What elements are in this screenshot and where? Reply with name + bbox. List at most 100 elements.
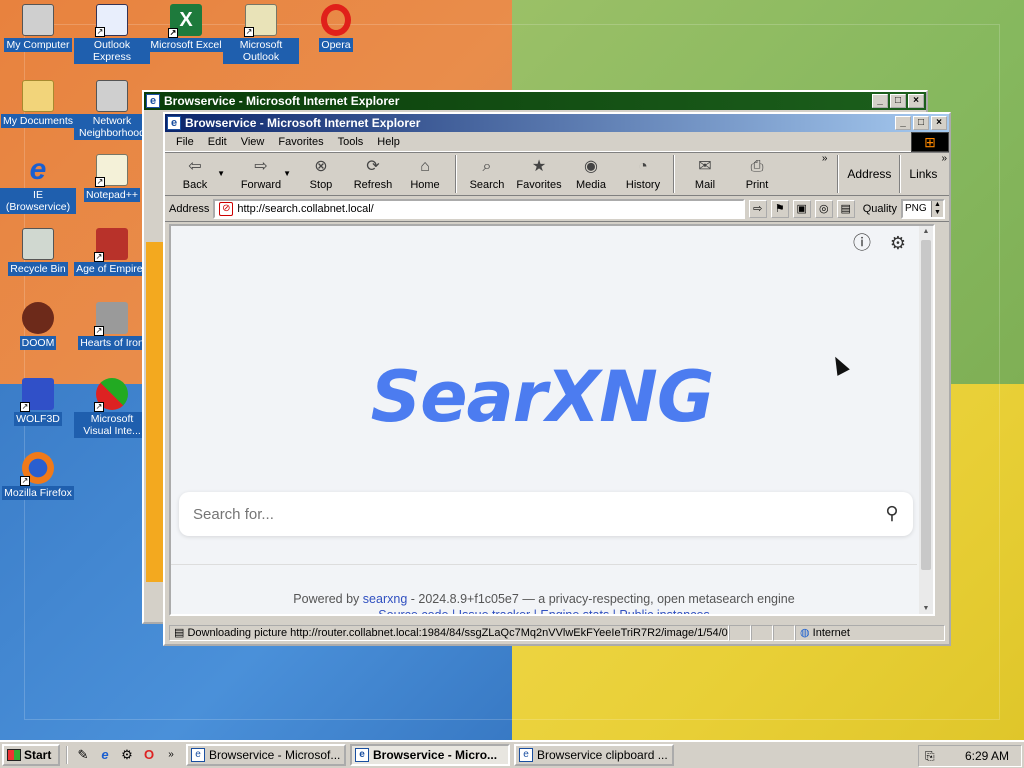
home-icon: ⌂	[420, 158, 430, 175]
quick-launch: ✎ e ⚙ O »	[66, 746, 182, 764]
address-toolbar-label[interactable]: Address	[843, 167, 895, 181]
footer-text: Powered by searxng - 2024.8.9+f1c05e7 — …	[171, 592, 917, 606]
back-window-titlebar[interactable]: e Browservice - Microsoft Internet Explo…	[144, 92, 926, 110]
toolbar-overflow-icon[interactable]: »	[822, 153, 828, 164]
desktop-icon-recycle-bin[interactable]: Recycle Bin	[0, 228, 76, 276]
menu-tools[interactable]: Tools	[331, 136, 371, 148]
maximize-button[interactable]: □	[913, 116, 929, 130]
history-label: History	[625, 179, 661, 191]
clock[interactable]: 6:29 AM	[965, 749, 1009, 763]
search-box[interactable]: ⚲	[179, 492, 913, 536]
dropdown-arrow-icon[interactable]: ▼	[283, 169, 291, 178]
desktop-icon-my-documents[interactable]: My Documents	[0, 80, 76, 128]
windows-logo-icon: ⊞	[911, 131, 949, 152]
page-viewport[interactable]: ⓘ ⚙ SearXNG ⚲ Powered by searxng - 2024.…	[169, 224, 935, 616]
mail-label: Mail	[694, 179, 716, 191]
desktop-icon-excel[interactable]: X ↗ Microsoft Excel	[148, 4, 224, 52]
tray-network-icon[interactable]: ⎘	[925, 749, 935, 764]
task-button-clipboard[interactable]: e Browservice clipboard ...	[514, 744, 674, 766]
clipboard-icon[interactable]: ▤	[836, 199, 855, 218]
desktop-icon-ie-browservice[interactable]: e IE (Browservice)	[0, 154, 76, 214]
opera-quicklaunch-icon[interactable]: O	[140, 746, 158, 764]
browser-window[interactable]: e Browservice - Microsoft Internet Explo…	[163, 112, 951, 646]
task-button-browservice-1[interactable]: e Browservice - Microsof...	[186, 744, 346, 766]
gear-icon[interactable]: ⚙	[887, 232, 909, 254]
page-top-icons: ⓘ ⚙	[851, 232, 909, 254]
home-button[interactable]: ⌂ Home	[399, 157, 451, 191]
task-label: Browservice clipboard ...	[537, 748, 668, 762]
desktop-icon-visual-interdev[interactable]: ↗ Microsoft Visual Inte...	[74, 378, 150, 438]
quality-select[interactable]: PNG ▲ ▼	[901, 198, 945, 219]
desktop-icon-outlook[interactable]: ↗ Microsoft Outlook	[223, 4, 299, 64]
task-button-browservice-2[interactable]: e Browservice - Micro...	[350, 744, 510, 766]
search-button[interactable]: ⌕ Search	[461, 157, 513, 191]
desktop-icon-my-computer[interactable]: My Computer	[0, 4, 76, 52]
taskbar: Start ✎ e ⚙ O » e Browservice - Microsof…	[0, 740, 1024, 768]
windows-flag-icon	[7, 749, 21, 761]
menu-edit[interactable]: Edit	[201, 136, 234, 148]
close-button[interactable]: ×	[908, 94, 924, 108]
window-title: Browservice - Microsoft Internet Explore…	[185, 116, 421, 130]
forward-button[interactable]: ⇨ Forward ▼	[235, 157, 291, 191]
doom-icon	[22, 302, 54, 334]
binoculars-icon[interactable]: ◎	[814, 199, 833, 218]
menu-favorites[interactable]: Favorites	[271, 136, 330, 148]
close-button[interactable]: ×	[931, 116, 947, 130]
scroll-up-icon[interactable]: ▲	[921, 228, 931, 235]
dropdown-arrow-icon[interactable]: ▼	[217, 169, 225, 178]
start-button[interactable]: Start	[2, 744, 60, 766]
stop-label: Stop	[309, 179, 333, 191]
minimize-button[interactable]: _	[895, 116, 911, 130]
links-overflow-icon[interactable]: »	[941, 153, 947, 164]
menu-help[interactable]: Help	[370, 136, 407, 148]
desktop-icon-network[interactable]: Network Neighborhood	[74, 80, 150, 140]
bookmark-icon[interactable]: ⚑	[770, 199, 789, 218]
desktop-icon-age-of-empires[interactable]: ↗ Age of Empires	[74, 228, 150, 276]
print-button[interactable]: ⎙ Print	[731, 157, 783, 191]
address-url[interactable]: http://search.collabnet.local/	[237, 203, 373, 215]
go-icon[interactable]: ⇨	[748, 199, 767, 218]
network-quicklaunch-icon[interactable]: ⚙	[118, 746, 136, 764]
menu-view[interactable]: View	[234, 136, 272, 148]
spinner-icon[interactable]: ▲ ▼	[931, 200, 943, 217]
favorites-button[interactable]: ★ Favorites	[513, 157, 565, 191]
window-titlebar[interactable]: e Browservice - Microsoft Internet Explo…	[165, 114, 949, 132]
desktop-icon-label: Recycle Bin	[8, 262, 68, 276]
scroll-down-icon[interactable]: ▼	[921, 605, 931, 612]
footer-links[interactable]: Source code | Issue tracker | Engine sta…	[171, 608, 917, 614]
desktop-icon-opera[interactable]: Opera	[298, 4, 374, 52]
ie-quicklaunch-icon[interactable]: e	[96, 746, 114, 764]
search-icon[interactable]: ⚲	[881, 503, 903, 525]
links-toolbar-label[interactable]: Links	[905, 167, 941, 181]
desktop-icon-hearts-of-iron[interactable]: ↗ Hearts of Iron	[74, 302, 150, 350]
minimize-button[interactable]: _	[872, 94, 888, 108]
favorites-icon: ★	[531, 158, 547, 175]
search-input[interactable]	[193, 505, 881, 523]
desktop-icon-label: WOLF3D	[14, 412, 62, 426]
mail-button[interactable]: ✉ Mail	[679, 157, 731, 191]
desktop-icon-label: Mozilla Firefox	[2, 486, 74, 500]
searxng-link[interactable]: searxng	[363, 592, 407, 606]
scroll-thumb[interactable]	[921, 240, 931, 570]
maximize-button[interactable]: □	[890, 94, 906, 108]
vertical-scrollbar[interactable]: ▲ ▼	[919, 226, 933, 614]
show-desktop-icon[interactable]: ✎	[74, 746, 92, 764]
footer-divider	[171, 564, 917, 565]
desktop-icon-doom[interactable]: DOOM	[0, 302, 76, 350]
info-icon[interactable]: ⓘ	[851, 232, 873, 254]
desktop-icon-wolf3d[interactable]: ↗ WOLF3D	[0, 378, 76, 426]
stop-button[interactable]: ⊗ Stop	[295, 157, 347, 191]
history-button[interactable]: ◔ History	[617, 157, 669, 191]
refresh-button[interactable]: ⟳ Refresh	[347, 157, 399, 191]
page-find-icon[interactable]: ▣	[792, 199, 811, 218]
desktop-icon-firefox[interactable]: ↗ Mozilla Firefox	[0, 452, 76, 500]
desktop-icon-outlook-express[interactable]: ↗ Outlook Express	[74, 4, 150, 64]
back-button[interactable]: ⇦ Back ▼	[169, 157, 225, 191]
computer-icon	[22, 4, 54, 36]
desktop-icon-notepadpp[interactable]: ↗ Notepad++	[74, 154, 150, 202]
page-icon: ⊘	[219, 201, 234, 216]
quicklaunch-overflow-icon[interactable]: »	[162, 746, 180, 764]
menu-file[interactable]: File	[169, 136, 201, 148]
address-input[interactable]: ⊘ http://search.collabnet.local/	[213, 198, 745, 219]
media-button[interactable]: ◉ Media	[565, 157, 617, 191]
